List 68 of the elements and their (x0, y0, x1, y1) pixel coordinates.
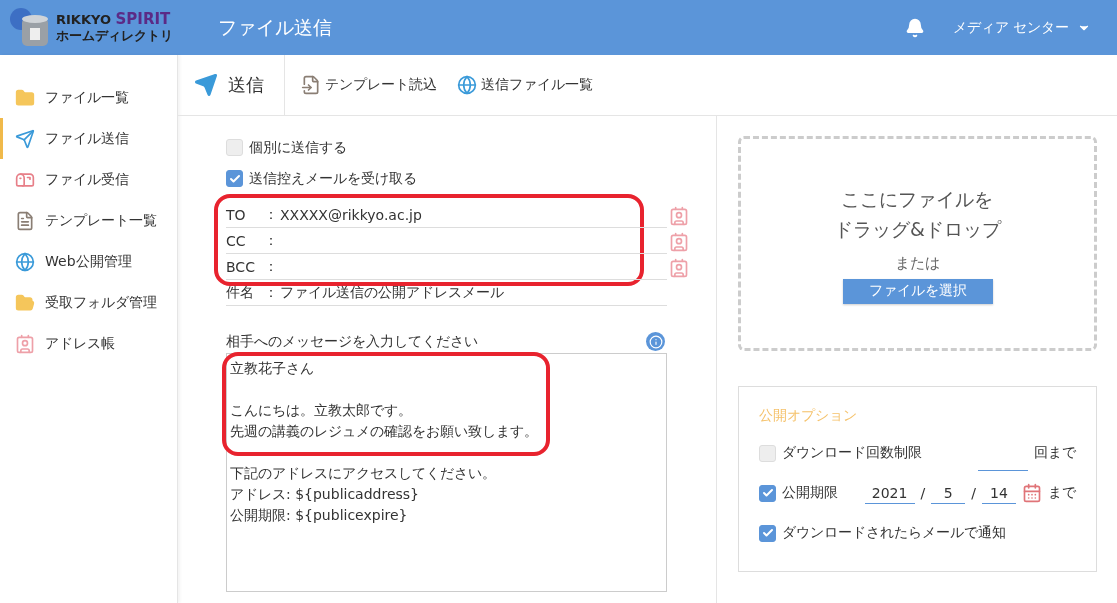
option-label: ダウンロード回数制限 (782, 444, 923, 462)
message-line: 先週の講義のレジュメの確認をお願い致します。 (230, 422, 539, 441)
message-label: 相手へのメッセージを入力してください (226, 332, 478, 351)
field-label: 件名 (226, 283, 255, 302)
info-icon[interactable] (646, 332, 665, 351)
checkbox-label: 個別に送信する (249, 138, 347, 157)
date-separator: / (920, 485, 926, 501)
day-field[interactable]: 14 (982, 482, 1016, 504)
message-line: アドレス: ${publicaddress} (230, 485, 420, 504)
message-line: 公開期限: ${publicexpire} (230, 506, 409, 525)
toolbar-link[interactable]: 送信ファイル一覧 (453, 75, 597, 95)
colon: ： (264, 283, 279, 302)
sidebar-item[interactable]: Web公開管理 (0, 241, 177, 282)
bell-icon[interactable] (904, 17, 925, 38)
address-card-icon[interactable] (669, 258, 689, 278)
address-value: XXXXX@rikkyo.ac.jp (280, 206, 422, 223)
logo-text: RIKKYO SPIRIT (56, 11, 172, 28)
sidebar-item[interactable]: ファイル送信 (0, 118, 177, 159)
message-line: 下記のアドレスにアクセスしてください。 (230, 464, 497, 483)
sidebar-item[interactable]: テンプレート一覧 (0, 200, 177, 241)
suffix-text: まで (1048, 484, 1076, 502)
sidebar-item[interactable]: ファイル一覧 (0, 77, 177, 118)
field-label: TO (226, 206, 247, 223)
field-label: CC (226, 232, 247, 249)
globe-icon (15, 251, 35, 272)
page-title: ファイル送信 (218, 14, 333, 40)
drop-heading: ここにファイルを (840, 186, 995, 212)
globe-icon (457, 75, 477, 95)
paper-plane-icon (15, 128, 35, 149)
check-icon (761, 487, 774, 499)
colon: ： (264, 205, 279, 224)
address-card-icon[interactable] (669, 232, 689, 252)
check-icon (228, 172, 241, 185)
year-field[interactable]: 2021 (864, 482, 915, 504)
checkbox-label: 送信控えメールを受け取る (249, 169, 417, 188)
sidebar-item[interactable]: ファイル受信 (0, 159, 177, 200)
section-title: 送信 (228, 73, 264, 97)
colon: ： (264, 231, 279, 250)
option-label: 公開期限 (782, 484, 839, 502)
checkbox[interactable] (226, 170, 243, 187)
message-line: 立教花子さん (230, 359, 315, 378)
logo-subtitle: ホームディレクトリ (56, 28, 173, 44)
template-icon (301, 75, 321, 95)
toolbar-link[interactable]: テンプレート読込 (297, 75, 441, 95)
suffix-text: 回まで (1034, 444, 1076, 462)
sidebar-item[interactable]: 受取フォルダ管理 (0, 282, 177, 323)
folder-icon (15, 87, 35, 108)
colon: ： (264, 257, 279, 276)
checkbox[interactable] (759, 484, 776, 502)
address-card-icon (15, 333, 35, 354)
checkbox[interactable] (759, 524, 776, 542)
option-label: ダウンロードされたらメールで通知 (782, 524, 1007, 542)
panel-title: 公開オプション (759, 407, 858, 425)
drop-heading: ドラッグ&ドロップ (834, 216, 1001, 242)
subject-value: ファイル送信の公開アドレスメール (280, 283, 504, 302)
check-icon (761, 527, 774, 539)
message-line: こんにちは。立教太郎です。 (230, 401, 413, 420)
address-card-icon[interactable] (669, 206, 689, 226)
month-field[interactable]: 5 (931, 482, 966, 504)
calendar-icon[interactable] (1022, 483, 1042, 503)
date-separator: / (971, 485, 976, 501)
sidebar-item[interactable]: アドレス帳 (0, 323, 177, 364)
folder-icon (15, 292, 35, 313)
paper-plane-icon (194, 73, 218, 97)
field-label: BCC (226, 258, 256, 275)
drop-zone[interactable]: ここにファイルを ドラッグ&ドロップ または ファイルを選択 (738, 136, 1097, 351)
or-text: または (895, 253, 940, 273)
document-icon (15, 210, 35, 231)
